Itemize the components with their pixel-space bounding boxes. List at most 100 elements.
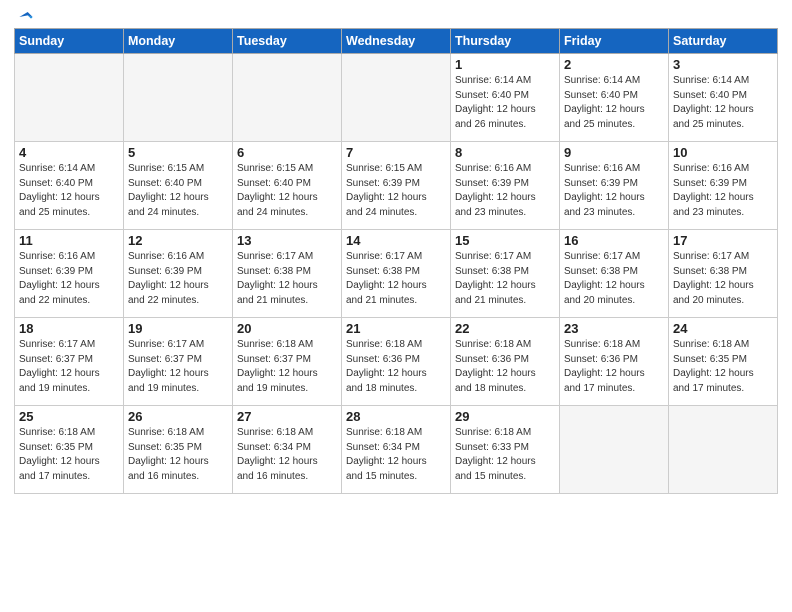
day-cell: 16 Sunrise: 6:17 AM Sunset: 6:38 PM Dayli…: [560, 230, 669, 318]
day-number: 6: [237, 145, 337, 160]
day-number: 3: [673, 57, 773, 72]
day-info: Sunrise: 6:16 AM Sunset: 6:39 PM Dayligh…: [19, 250, 119, 308]
day-number: 1: [455, 57, 555, 72]
day-number: 10: [673, 145, 773, 160]
day-number: 15: [455, 233, 555, 248]
day-info: Sunrise: 6:14 AM Sunset: 6:40 PM Dayligh…: [564, 74, 664, 132]
day-cell: 4 Sunrise: 6:14 AM Sunset: 6:40 PM Daylig…: [15, 142, 124, 230]
day-info: Sunrise: 6:18 AM Sunset: 6:36 PM Dayligh…: [455, 338, 555, 396]
day-info: Sunrise: 6:16 AM Sunset: 6:39 PM Dayligh…: [673, 162, 773, 220]
day-cell: 26 Sunrise: 6:18 AM Sunset: 6:35 PM Dayli…: [124, 406, 233, 494]
day-info: Sunrise: 6:14 AM Sunset: 6:40 PM Dayligh…: [673, 74, 773, 132]
day-info: Sunrise: 6:18 AM Sunset: 6:36 PM Dayligh…: [346, 338, 446, 396]
day-info: Sunrise: 6:17 AM Sunset: 6:38 PM Dayligh…: [346, 250, 446, 308]
col-header-wednesday: Wednesday: [342, 29, 451, 54]
day-number: 9: [564, 145, 664, 160]
header: [14, 10, 778, 20]
day-cell: 21 Sunrise: 6:18 AM Sunset: 6:36 PM Dayli…: [342, 318, 451, 406]
day-number: 13: [237, 233, 337, 248]
day-cell: [669, 406, 778, 494]
day-cell: 2 Sunrise: 6:14 AM Sunset: 6:40 PM Daylig…: [560, 54, 669, 142]
col-header-thursday: Thursday: [451, 29, 560, 54]
day-info: Sunrise: 6:18 AM Sunset: 6:37 PM Dayligh…: [237, 338, 337, 396]
day-info: Sunrise: 6:17 AM Sunset: 6:38 PM Dayligh…: [564, 250, 664, 308]
logo-bird-icon: [16, 10, 36, 24]
week-row-0: 1 Sunrise: 6:14 AM Sunset: 6:40 PM Daylig…: [15, 54, 778, 142]
day-cell: 6 Sunrise: 6:15 AM Sunset: 6:40 PM Daylig…: [233, 142, 342, 230]
day-number: 25: [19, 409, 119, 424]
day-info: Sunrise: 6:15 AM Sunset: 6:40 PM Dayligh…: [237, 162, 337, 220]
day-cell: [342, 54, 451, 142]
day-number: 11: [19, 233, 119, 248]
day-cell: 22 Sunrise: 6:18 AM Sunset: 6:36 PM Dayli…: [451, 318, 560, 406]
day-number: 28: [346, 409, 446, 424]
day-cell: [15, 54, 124, 142]
day-number: 2: [564, 57, 664, 72]
day-number: 26: [128, 409, 228, 424]
day-cell: 25 Sunrise: 6:18 AM Sunset: 6:35 PM Dayli…: [15, 406, 124, 494]
day-info: Sunrise: 6:14 AM Sunset: 6:40 PM Dayligh…: [19, 162, 119, 220]
col-header-sunday: Sunday: [15, 29, 124, 54]
day-number: 22: [455, 321, 555, 336]
day-cell: 3 Sunrise: 6:14 AM Sunset: 6:40 PM Daylig…: [669, 54, 778, 142]
day-number: 17: [673, 233, 773, 248]
day-cell: [233, 54, 342, 142]
day-cell: 29 Sunrise: 6:18 AM Sunset: 6:33 PM Dayli…: [451, 406, 560, 494]
day-info: Sunrise: 6:14 AM Sunset: 6:40 PM Dayligh…: [455, 74, 555, 132]
day-cell: 10 Sunrise: 6:16 AM Sunset: 6:39 PM Dayli…: [669, 142, 778, 230]
day-info: Sunrise: 6:16 AM Sunset: 6:39 PM Dayligh…: [455, 162, 555, 220]
day-cell: 13 Sunrise: 6:17 AM Sunset: 6:38 PM Dayli…: [233, 230, 342, 318]
day-info: Sunrise: 6:16 AM Sunset: 6:39 PM Dayligh…: [128, 250, 228, 308]
day-cell: [124, 54, 233, 142]
day-cell: 19 Sunrise: 6:17 AM Sunset: 6:37 PM Dayli…: [124, 318, 233, 406]
col-header-friday: Friday: [560, 29, 669, 54]
week-row-1: 4 Sunrise: 6:14 AM Sunset: 6:40 PM Daylig…: [15, 142, 778, 230]
day-info: Sunrise: 6:16 AM Sunset: 6:39 PM Dayligh…: [564, 162, 664, 220]
day-info: Sunrise: 6:17 AM Sunset: 6:38 PM Dayligh…: [455, 250, 555, 308]
day-cell: 24Sunrise: 6:18 AM Sunset: 6:35 PM Dayli…: [669, 318, 778, 406]
day-number: 20: [237, 321, 337, 336]
day-number: 29: [455, 409, 555, 424]
day-info: Sunrise: 6:17 AM Sunset: 6:37 PM Dayligh…: [128, 338, 228, 396]
day-info: Sunrise: 6:17 AM Sunset: 6:38 PM Dayligh…: [673, 250, 773, 308]
day-info: Sunrise: 6:18 AM Sunset: 6:34 PM Dayligh…: [237, 426, 337, 484]
day-info: Sunrise: 6:17 AM Sunset: 6:38 PM Dayligh…: [237, 250, 337, 308]
calendar-header-row: SundayMondayTuesdayWednesdayThursdayFrid…: [15, 29, 778, 54]
col-header-saturday: Saturday: [669, 29, 778, 54]
day-cell: 8 Sunrise: 6:16 AM Sunset: 6:39 PM Daylig…: [451, 142, 560, 230]
col-header-tuesday: Tuesday: [233, 29, 342, 54]
week-row-4: 25 Sunrise: 6:18 AM Sunset: 6:35 PM Dayli…: [15, 406, 778, 494]
day-cell: 11 Sunrise: 6:16 AM Sunset: 6:39 PM Dayli…: [15, 230, 124, 318]
day-info: Sunrise: 6:18 AM Sunset: 6:36 PM Dayligh…: [564, 338, 664, 396]
day-number: 24: [673, 321, 773, 336]
day-number: 19: [128, 321, 228, 336]
page: SundayMondayTuesdayWednesdayThursdayFrid…: [0, 0, 792, 504]
day-cell: 27 Sunrise: 6:18 AM Sunset: 6:34 PM Dayli…: [233, 406, 342, 494]
day-info: Sunrise: 6:18 AM Sunset: 6:35 PM Dayligh…: [128, 426, 228, 484]
logo: [14, 10, 36, 20]
day-number: 23: [564, 321, 664, 336]
day-cell: [560, 406, 669, 494]
calendar-table: SundayMondayTuesdayWednesdayThursdayFrid…: [14, 28, 778, 494]
day-cell: 7Sunrise: 6:15 AM Sunset: 6:39 PM Daylig…: [342, 142, 451, 230]
day-info: Sunrise: 6:15 AM Sunset: 6:40 PM Dayligh…: [128, 162, 228, 220]
week-row-2: 11 Sunrise: 6:16 AM Sunset: 6:39 PM Dayli…: [15, 230, 778, 318]
day-number: 5: [128, 145, 228, 160]
day-cell: 18 Sunrise: 6:17 AM Sunset: 6:37 PM Dayli…: [15, 318, 124, 406]
day-info: Sunrise: 6:18 AM Sunset: 6:34 PM Dayligh…: [346, 426, 446, 484]
day-cell: 28 Sunrise: 6:18 AM Sunset: 6:34 PM Dayli…: [342, 406, 451, 494]
day-number: 4: [19, 145, 119, 160]
day-cell: 9 Sunrise: 6:16 AM Sunset: 6:39 PM Daylig…: [560, 142, 669, 230]
day-info: Sunrise: 6:17 AM Sunset: 6:37 PM Dayligh…: [19, 338, 119, 396]
day-number: 27: [237, 409, 337, 424]
day-cell: 5 Sunrise: 6:15 AM Sunset: 6:40 PM Daylig…: [124, 142, 233, 230]
day-cell: 20 Sunrise: 6:18 AM Sunset: 6:37 PM Dayli…: [233, 318, 342, 406]
day-cell: 12Sunrise: 6:16 AM Sunset: 6:39 PM Dayli…: [124, 230, 233, 318]
day-number: 21: [346, 321, 446, 336]
day-info: Sunrise: 6:18 AM Sunset: 6:33 PM Dayligh…: [455, 426, 555, 484]
day-info: Sunrise: 6:18 AM Sunset: 6:35 PM Dayligh…: [19, 426, 119, 484]
day-number: 18: [19, 321, 119, 336]
day-number: 8: [455, 145, 555, 160]
day-number: 16: [564, 233, 664, 248]
day-cell: 1 Sunrise: 6:14 AM Sunset: 6:40 PM Daylig…: [451, 54, 560, 142]
